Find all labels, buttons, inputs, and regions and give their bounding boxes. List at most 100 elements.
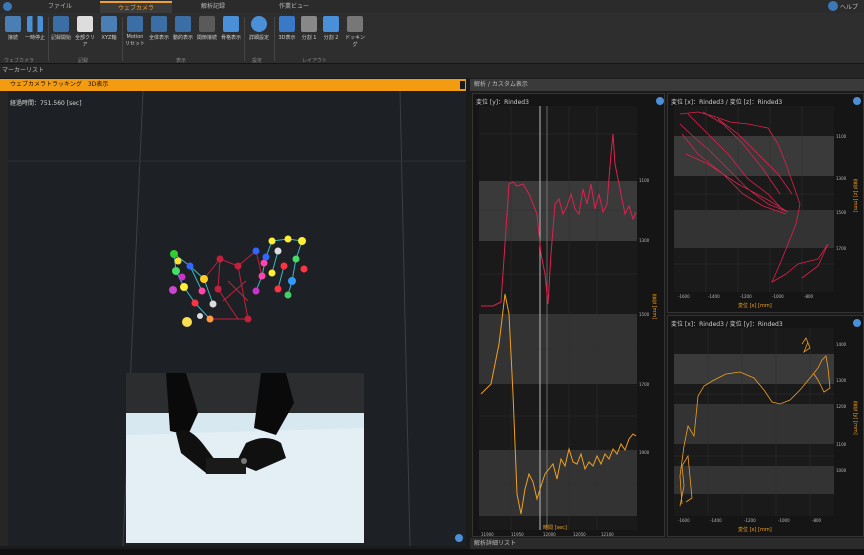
xy-scatter-chart: 1400 1300 1200 1100 1000 -1600 -1400 -1200 -100…	[674, 328, 847, 523]
clear-all-button[interactable]: 全部クリア	[74, 16, 96, 56]
svg-text:11950: 11950	[511, 532, 524, 537]
svg-text:-1400: -1400	[708, 294, 720, 299]
pin-icon[interactable]	[460, 81, 465, 89]
ribbon-separator	[122, 17, 123, 61]
panel-header-3d[interactable]: ウェブカメラトラッキング 3D表示	[0, 79, 466, 91]
camera-image	[126, 373, 364, 543]
gear-icon	[251, 16, 267, 32]
dynamic-view-button[interactable]: 動的表示	[172, 16, 194, 56]
svg-text:1700: 1700	[836, 246, 847, 251]
reset-icon	[127, 16, 143, 32]
docking-button[interactable]: ドッキング	[344, 16, 366, 56]
dynamic-icon	[175, 16, 191, 32]
xz-scatter-chart: 1100 1300 1500 1700 -1600 -1400 -1200 -1000 -80…	[674, 106, 847, 299]
skeleton-button[interactable]: 骨格表示	[220, 16, 242, 56]
camera-preview[interactable]	[126, 373, 364, 543]
time-series-chart: 1100 1300 1500 1700 1900 11900 11950 12000 12…	[479, 106, 650, 537]
svg-text:12050: 12050	[573, 532, 586, 537]
svg-text:1100: 1100	[836, 442, 847, 447]
svg-text:1300: 1300	[836, 176, 847, 181]
status-bar	[0, 549, 864, 555]
marker-points	[169, 235, 308, 327]
ribbon-group-label: レイアウト	[302, 58, 328, 64]
record-icon	[53, 16, 69, 32]
svg-text:11900: 11900	[481, 532, 494, 537]
pause-button[interactable]: 一時停止	[24, 16, 46, 56]
x-axis-label: 時間 [sec]	[543, 525, 567, 531]
svg-text:-1200: -1200	[744, 518, 756, 523]
tab-file[interactable]: ファイル	[20, 1, 100, 13]
tab-work-view[interactable]: 作業ビュー	[254, 1, 334, 13]
settings-button[interactable]: 詳細設定	[248, 16, 270, 56]
marker-list-bar[interactable]: マーカーリスト	[0, 64, 864, 78]
y-axis-label: 変位 [mm]	[651, 294, 657, 320]
joint-connect-button[interactable]: 関節接続	[196, 16, 218, 56]
record-button[interactable]: 記録開始	[50, 16, 72, 56]
ribbon-separator	[274, 17, 275, 61]
svg-text:-800: -800	[804, 294, 814, 299]
svg-text:-1600: -1600	[678, 294, 690, 299]
help-label[interactable]: ヘルプ	[840, 2, 858, 11]
svg-text:-800: -800	[812, 518, 822, 523]
pause-icon	[27, 16, 43, 32]
dock-icon	[347, 16, 363, 32]
tab-webcam[interactable]: ウェブカメラ	[100, 1, 172, 13]
y-axis-label: 変位 [z] [mm]	[852, 179, 858, 213]
help-icon[interactable]	[828, 1, 838, 11]
svg-text:1900: 1900	[639, 450, 650, 455]
chart-panel-xy[interactable]: 変位 [x]：Rinded3 / 変位 [y]：Rinded3 1400 1300…	[667, 315, 864, 537]
svg-text:1000: 1000	[836, 468, 847, 473]
skeleton-icon	[223, 16, 239, 32]
y-axis-label: 変位 [y] [mm]	[852, 401, 858, 435]
motion-reset-button[interactable]: Motion リセット	[124, 16, 146, 56]
ribbon-separator	[244, 17, 245, 61]
chart-panel-time[interactable]: 変位 [y]：Rinded3 1100 1300 1500 1700 1900 119…	[472, 93, 665, 537]
3d-icon	[279, 16, 295, 32]
axis-icon	[101, 16, 117, 32]
svg-text:1100: 1100	[836, 134, 847, 139]
chart-panel-xz[interactable]: 変位 [x]：Rinded3 / 変位 [z]：Rinded3 1100 1300…	[667, 93, 864, 313]
ribbon: 接続 一時停止 記録開始 全部クリア XYZ軸 Motion リセット 全体表示…	[0, 13, 864, 64]
connect-icon	[5, 16, 21, 32]
svg-text:12100: 12100	[601, 532, 614, 537]
svg-text:1200: 1200	[836, 404, 847, 409]
clear-icon	[77, 16, 93, 32]
svg-text:-1000: -1000	[778, 518, 790, 523]
skeleton-model	[173, 238, 303, 320]
layout2-icon	[323, 16, 339, 32]
3d-view-button[interactable]: 3D表示	[276, 16, 298, 56]
elapsed-time: 経過時間：751.560 [sec]	[10, 100, 82, 107]
fit-icon	[151, 16, 167, 32]
svg-text:-1400: -1400	[710, 518, 722, 523]
svg-text:1500: 1500	[639, 312, 650, 317]
svg-text:1700: 1700	[639, 382, 650, 387]
svg-text:1400: 1400	[836, 342, 847, 347]
joint-icon	[199, 16, 215, 32]
ribbon-group-label: ウェブカメラ	[4, 58, 35, 64]
svg-text:1500: 1500	[836, 210, 847, 215]
layout1-icon	[301, 16, 317, 32]
x-axis-label: 変位 [x] [mm]	[738, 303, 772, 309]
connect-button[interactable]: 接続	[2, 16, 24, 56]
fit-view-button[interactable]: 全体表示	[148, 16, 170, 56]
ribbon-separator	[48, 17, 49, 61]
view-options-icon[interactable]	[455, 534, 463, 542]
analysis-list-tab[interactable]: 解析詳細リスト	[470, 538, 864, 549]
xyz-axis-button[interactable]: XYZ軸	[98, 16, 120, 56]
app-logo-icon[interactable]	[3, 2, 12, 11]
svg-text:1300: 1300	[836, 378, 847, 383]
svg-text:-1200: -1200	[740, 294, 752, 299]
svg-text:-1600: -1600	[678, 518, 690, 523]
x-axis-label: 変位 [x] [mm]	[738, 527, 772, 533]
layout-1-button[interactable]: 分割 1	[298, 16, 320, 56]
svg-text:1100: 1100	[639, 178, 650, 183]
title-bar: ファイル ウェブカメラ 解析記録 作業ビュー ヘルプ	[0, 0, 864, 14]
tab-analysis[interactable]: 解析記録	[172, 1, 254, 13]
svg-text:-1000: -1000	[772, 294, 784, 299]
svg-text:12000: 12000	[543, 532, 556, 537]
ribbon-group-label: 表示	[176, 58, 187, 64]
svg-text:1300: 1300	[639, 238, 650, 243]
ribbon-group-label: 記録	[78, 58, 89, 64]
layout-2-button[interactable]: 分割 2	[320, 16, 342, 56]
panel-header-analysis[interactable]: 解析 / カスタム表示	[470, 79, 864, 91]
